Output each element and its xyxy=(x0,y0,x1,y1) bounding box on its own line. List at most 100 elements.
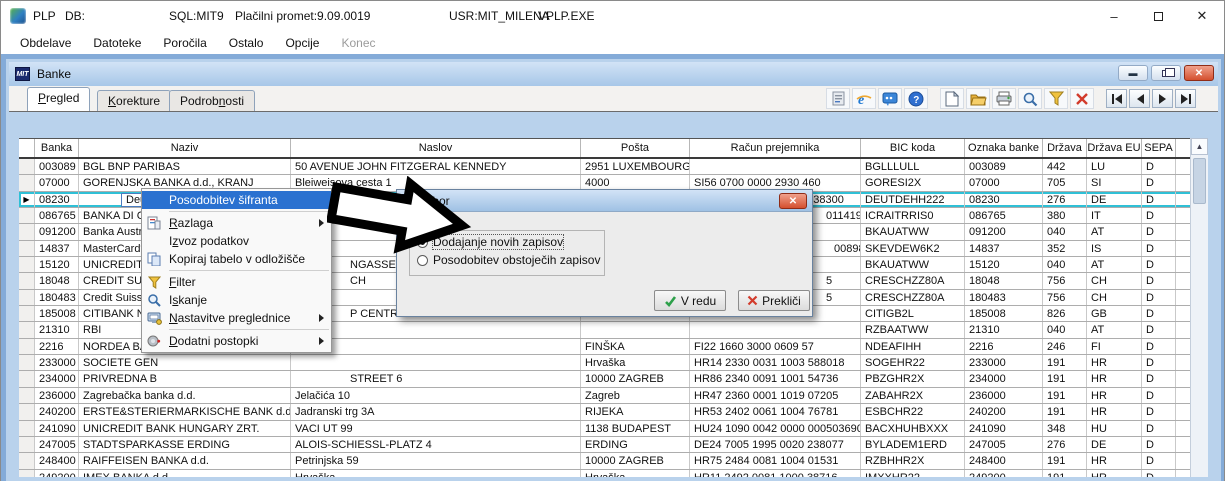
row-selector[interactable] xyxy=(19,208,35,224)
minimize-icon[interactable]: ▬ xyxy=(1118,65,1148,81)
cell-drzava_eu[interactable]: HU xyxy=(1087,420,1142,436)
row-selector[interactable] xyxy=(19,453,35,469)
print-icon[interactable] xyxy=(992,88,1016,109)
column-header-naziv[interactable]: Naziv xyxy=(79,139,291,157)
cell-naziv[interactable]: Zagrebačka banka d.d. xyxy=(79,387,291,404)
cell-oznaka[interactable]: 2216 xyxy=(965,338,1043,355)
cell-bic[interactable]: ESBCHR22 xyxy=(861,404,965,420)
column-header-bic[interactable]: BIC koda xyxy=(861,139,965,157)
menu-item[interactable]: Filter xyxy=(142,273,331,291)
column-header-drzava_eu[interactable]: Država EU xyxy=(1087,139,1142,157)
cell-posta[interactable] xyxy=(581,322,690,338)
cell-sepa[interactable]: D xyxy=(1142,224,1176,240)
column-header-racun[interactable]: Račun prejemnika xyxy=(690,139,861,157)
cell-banka[interactable]: 18048 xyxy=(35,273,79,289)
cell-drzava[interactable]: 380 xyxy=(1043,208,1087,224)
cell-racun[interactable]: FI22 1660 3000 0609 57 xyxy=(690,338,861,355)
cell-drzava[interactable]: 191 xyxy=(1043,404,1087,420)
tab-pregled[interactable]: Pregled xyxy=(27,87,91,111)
cell-drzava[interactable]: 442 xyxy=(1043,159,1087,175)
cell-drzava_eu[interactable]: FI xyxy=(1087,338,1142,355)
table-row[interactable]: 003089 BGL BNP PARIBAS 50 AVENUE JOHN FITZ… xyxy=(19,159,1199,176)
cell-racun[interactable]: HR14 2330 0031 1003 588018 xyxy=(690,355,861,371)
cell-drzava_eu[interactable]: AT xyxy=(1087,322,1142,338)
table-row[interactable]: 233000 SOCIETE GEN Hrvaška HR14 2330 0031 1… xyxy=(19,355,1199,372)
cell-sepa[interactable]: D xyxy=(1142,322,1176,338)
cell-naslov[interactable]: Jadranski trg 3A xyxy=(291,404,581,420)
cell-sepa[interactable]: D xyxy=(1142,240,1176,257)
cell-naziv[interactable]: PRIVREDNA B xyxy=(79,371,291,387)
close-icon[interactable]: ✕ xyxy=(1184,65,1214,81)
menu-datoteke[interactable]: Datoteke xyxy=(82,33,152,53)
search-icon[interactable] xyxy=(1018,88,1042,109)
horizontal-scrollbar[interactable] xyxy=(9,477,1218,481)
row-selector[interactable] xyxy=(19,322,35,338)
scroll-up-icon[interactable]: ▲ xyxy=(1191,138,1208,155)
cell-banka[interactable]: 234000 xyxy=(35,371,79,387)
cell-bic[interactable]: PBZGHR2X xyxy=(861,371,965,387)
cell-naslov[interactable]: STREET 6 xyxy=(291,371,581,387)
close-icon[interactable]: ✕ xyxy=(1180,1,1224,31)
row-selector[interactable] xyxy=(19,159,35,175)
cell-drzava_eu[interactable]: DE xyxy=(1087,436,1142,453)
row-selector[interactable] xyxy=(19,240,35,257)
cell-banka[interactable]: 15120 xyxy=(35,257,79,273)
banke-titlebar[interactable]: MIT Banke ▬ ✕ xyxy=(9,62,1218,86)
cell-oznaka[interactable]: 241090 xyxy=(965,420,1043,436)
row-selector[interactable] xyxy=(19,224,35,240)
browser-icon[interactable]: e xyxy=(852,88,876,109)
cell-naziv[interactable]: STADTSPARKASSE ERDING xyxy=(79,436,291,453)
delete-icon[interactable] xyxy=(1070,88,1094,109)
cell-racun[interactable] xyxy=(690,159,861,175)
cell-drzava[interactable]: 040 xyxy=(1043,322,1087,338)
cell-drzava[interactable]: 756 xyxy=(1043,289,1087,306)
row-selector[interactable] xyxy=(19,371,35,387)
cell-sepa[interactable]: D xyxy=(1142,338,1176,355)
cell-banka[interactable]: 21310 xyxy=(35,322,79,338)
cell-oznaka[interactable]: 21310 xyxy=(965,322,1043,338)
messenger-icon[interactable] xyxy=(878,88,902,109)
cell-drzava_eu[interactable]: HR xyxy=(1087,387,1142,404)
cell-banka[interactable]: 233000 xyxy=(35,355,79,371)
cell-banka[interactable]: 07000 xyxy=(35,175,79,191)
column-header-banka[interactable]: Banka xyxy=(35,139,79,157)
cell-drzava_eu[interactable]: CH xyxy=(1087,289,1142,306)
cell-sepa[interactable]: D xyxy=(1142,208,1176,224)
help-icon[interactable]: ? xyxy=(904,88,928,109)
cell-bic[interactable]: BYLADEM1ERD xyxy=(861,436,965,453)
cell-oznaka[interactable]: 08230 xyxy=(965,191,1043,208)
cell-racun[interactable]: HR75 2484 0081 1004 01531 xyxy=(690,453,861,469)
cell-bic[interactable]: BGLLLULL xyxy=(861,159,965,175)
menu-obdelave[interactable]: Obdelave xyxy=(9,33,82,53)
cell-bic[interactable]: BKAUATWW xyxy=(861,224,965,240)
cell-banka[interactable]: 185008 xyxy=(35,306,79,322)
cell-posta[interactable]: ERDING xyxy=(581,436,690,453)
table-header[interactable]: Banka Naziv Naslov Pošta Račun prejemnika BIC… xyxy=(19,138,1199,159)
cell-bic[interactable]: RZBHHR2X xyxy=(861,453,965,469)
cell-naziv[interactable]: SOCIETE GEN xyxy=(79,355,291,371)
cell-drzava[interactable]: 191 xyxy=(1043,387,1087,404)
maximize-icon[interactable] xyxy=(1136,1,1180,31)
cell-banka[interactable]: 2216 xyxy=(35,338,79,355)
cell-naziv[interactable]: RAIFFEISEN BANKA d.d. xyxy=(79,453,291,469)
cell-bic[interactable]: DEUTDEHH222 xyxy=(861,191,965,208)
cell-drzava[interactable]: 276 xyxy=(1043,191,1087,208)
cell-oznaka[interactable]: 15120 xyxy=(965,257,1043,273)
cell-drzava[interactable]: 705 xyxy=(1043,175,1087,191)
table-row[interactable]: 241090 UNICREDIT BANK HUNGARY ZRT. VACI UT… xyxy=(19,420,1199,437)
cell-drzava[interactable]: 756 xyxy=(1043,273,1087,289)
cell-posta[interactable]: 10000 ZAGREB xyxy=(581,453,690,469)
cell-naziv[interactable]: UNICREDIT BANK HUNGARY ZRT. xyxy=(79,420,291,436)
cell-drzava_eu[interactable]: AT xyxy=(1087,224,1142,240)
first-record-icon[interactable] xyxy=(1106,89,1127,108)
cell-banka[interactable]: 091200 xyxy=(35,224,79,240)
report-icon[interactable] xyxy=(826,88,850,109)
row-selector[interactable] xyxy=(19,404,35,420)
cell-drzava_eu[interactable]: CH xyxy=(1087,273,1142,289)
column-header-drzava[interactable]: Država xyxy=(1043,139,1087,157)
cell-drzava_eu[interactable]: HR xyxy=(1087,355,1142,371)
cell-oznaka[interactable]: 14837 xyxy=(965,240,1043,257)
row-selector[interactable] xyxy=(19,175,35,191)
tab-podrobnosti[interactable]: Podrobnosti xyxy=(169,90,256,111)
cell-drzava_eu[interactable]: GB xyxy=(1087,306,1142,322)
